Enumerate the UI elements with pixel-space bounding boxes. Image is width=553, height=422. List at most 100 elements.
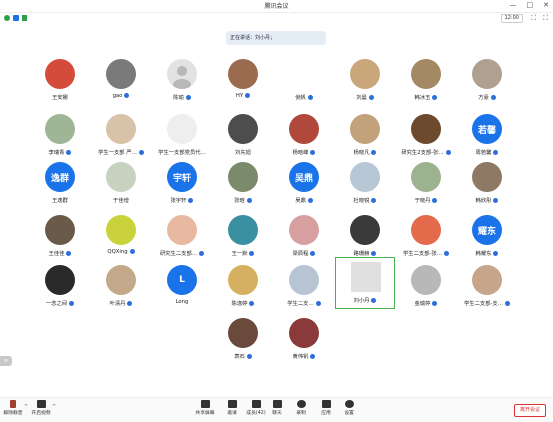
side-panel-toggle[interactable]: ≡	[0, 356, 12, 366]
participant-name-text: 学生二支部-支…	[464, 301, 503, 307]
participant-name: 韩耀东	[457, 249, 517, 257]
participant-name: 袁石	[213, 352, 273, 360]
avatar	[106, 215, 136, 245]
share-screen-button[interactable]: 共享屏幕	[192, 400, 218, 416]
info-bar: 12:00 ⛶ ⛶	[0, 12, 553, 24]
share-screen-label: 共享屏幕	[195, 411, 215, 416]
participant-tile[interactable]: 叶清丹	[91, 261, 151, 313]
avatar: 吴鼎	[289, 162, 319, 192]
participant-tile[interactable]: 杨晓凡	[335, 110, 395, 162]
microphone-icon	[127, 301, 133, 306]
participant-tile[interactable]: QQXing	[91, 211, 151, 263]
participant-tile[interactable]: HY	[213, 55, 273, 107]
participant-name-text: 王逸群	[52, 198, 68, 204]
participant-tile[interactable]: 一念之间	[30, 261, 90, 313]
participant-tile[interactable]: 于晓丹	[396, 158, 456, 210]
window-controls: — □ ✕	[510, 1, 550, 9]
share-screen-icon	[200, 400, 210, 408]
minimize-button[interactable]: —	[510, 1, 517, 9]
participant-tile[interactable]: 刘小丹	[335, 257, 395, 309]
start-video-button[interactable]: 开启视频	[28, 400, 54, 416]
participant-tile[interactable]: 研究生2支部-张…	[396, 110, 456, 162]
leave-meeting-button[interactable]: 离开会议	[514, 404, 546, 417]
settings-button[interactable]: 设置	[336, 400, 362, 416]
participant-name: 叶清丹	[91, 299, 151, 307]
shield-icon[interactable]	[13, 15, 19, 21]
chat-button[interactable]: 聊天	[264, 400, 290, 416]
unmute-label: 解除静音	[3, 411, 23, 416]
participant-name-text: 王佳佳	[48, 251, 65, 257]
clock: 12:00	[500, 14, 523, 23]
microphone-icon	[199, 251, 205, 256]
participant-tile[interactable]: 韩冰玉	[396, 55, 456, 107]
invite-button[interactable]: 邀请	[219, 400, 245, 416]
participant-tile[interactable]: 王一默	[213, 211, 273, 263]
microphone-icon	[432, 301, 438, 306]
participant-name: 陈逸婷	[213, 299, 273, 307]
participant-tile[interactable]: 杜晓锐	[335, 158, 395, 210]
participant-tile[interactable]: 金瑜婷	[396, 261, 456, 313]
participant-tile[interactable]: 王佳佳	[30, 211, 90, 263]
participant-name-text: 方豪	[478, 95, 489, 101]
participant-tile[interactable]: 耀东 韩耀东	[457, 211, 517, 263]
microphone-muted-icon	[10, 400, 16, 408]
participant-tile[interactable]: 倪帆	[274, 55, 334, 107]
participant-tile[interactable]: 李瑞青	[30, 110, 90, 162]
participant-tile[interactable]: 于佳增	[91, 158, 151, 210]
unmute-button[interactable]: 解除静音	[0, 400, 26, 416]
participant-tile[interactable]: 学生一支部党员代…	[152, 110, 212, 162]
participant-name-text: 王安娜	[52, 95, 68, 101]
participant-tile[interactable]: 王安娜	[30, 55, 90, 107]
microphone-icon	[371, 150, 377, 155]
info-icon[interactable]	[4, 15, 10, 21]
participant-name: 李瑞青	[30, 148, 90, 156]
participant-tile[interactable]: 杨晗峰	[274, 110, 334, 162]
participant-tile[interactable]: 宇轩 张宇轩	[152, 158, 212, 210]
participant-tile[interactable]: 学生二支部-张…	[396, 211, 456, 263]
participant-tile[interactable]: 研究生二支部…	[152, 211, 212, 263]
avatar	[167, 59, 197, 89]
participant-name: 杨晓凡	[335, 148, 395, 156]
signal-icon[interactable]	[22, 15, 27, 21]
avatar	[167, 215, 197, 245]
participant-tile[interactable]: 逸群 王逸群	[30, 158, 90, 210]
participant-tile[interactable]: gao	[91, 55, 151, 107]
participant-tile[interactable]: 学生一支部 严…	[91, 110, 151, 162]
participant-tile[interactable]: 学生二支部-支…	[457, 261, 517, 313]
participant-tile[interactable]: 学生二支…	[274, 261, 334, 313]
participant-tile[interactable]: 吴鼎 吴鼎	[274, 158, 334, 210]
participant-tile[interactable]: L Long	[152, 261, 212, 313]
participant-tile[interactable]: 张晗	[213, 158, 273, 210]
participant-name: 王佳佳	[30, 249, 90, 257]
participant-name: 学生一支部 严…	[91, 148, 151, 156]
maximize-button[interactable]: □	[527, 1, 534, 9]
participant-name: 研究生二支部…	[152, 249, 212, 257]
participant-tile[interactable]: 路珊赫	[335, 211, 395, 263]
participant-name-text: 梁辰程	[292, 251, 309, 257]
fullscreen-icon[interactable]: ⛶	[531, 14, 536, 22]
participant-name: 刘小丹	[336, 296, 394, 304]
participant-tile[interactable]: 刘先旭	[213, 110, 273, 162]
participant-name: 方豪	[457, 93, 517, 101]
participant-tile[interactable]: 若馨 周若馨	[457, 110, 517, 162]
participant-tile[interactable]: 刘晨	[335, 55, 395, 107]
microphone-icon	[129, 249, 135, 254]
participant-name-text: 吴鼎	[295, 198, 306, 204]
participant-tile[interactable]: 陈瑜	[152, 55, 212, 107]
record-button[interactable]: 录制	[288, 400, 314, 416]
window-title: 腾讯会议	[264, 3, 289, 10]
participant-tile[interactable]: 陈逸婷	[213, 261, 273, 313]
participant-name-text: 研究生二支部…	[159, 251, 198, 257]
participant-tile[interactable]: 梁辰程	[274, 211, 334, 263]
participant-tile[interactable]: 袁石	[213, 314, 273, 366]
participant-tile[interactable]: 方豪	[457, 55, 517, 107]
participant-tile[interactable]: 黄伟钒	[274, 314, 334, 366]
gallery-view-icon[interactable]: ⛶	[543, 14, 548, 22]
participant-tile[interactable]: 韩欣彤	[457, 158, 517, 210]
participant-name-text: 研究生2支部-张…	[401, 150, 444, 156]
close-button[interactable]: ✕	[543, 1, 549, 9]
avatar	[411, 59, 441, 89]
participant-name: 学生二支部-张…	[396, 249, 456, 257]
record-label: 录制	[296, 411, 306, 416]
video-options-chevron-icon[interactable]: ^	[52, 404, 56, 410]
